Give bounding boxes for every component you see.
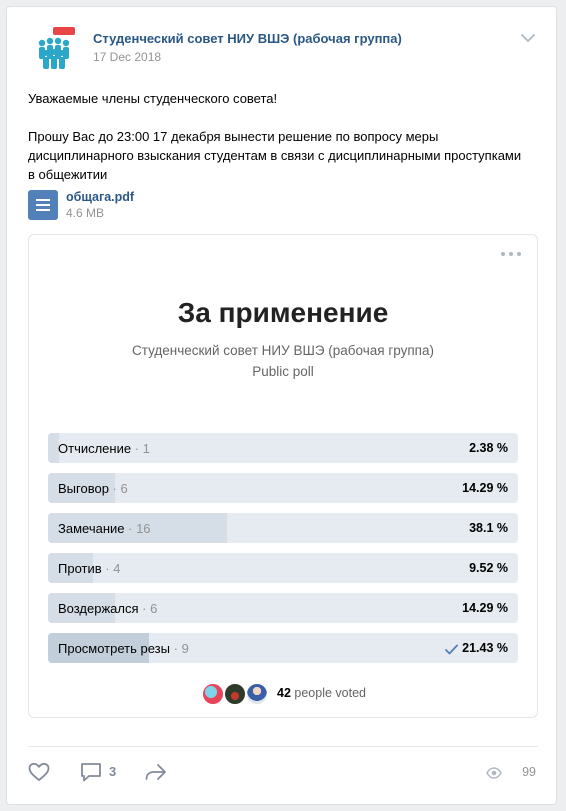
voter-avatars xyxy=(201,682,273,706)
comment-button[interactable]: 3 xyxy=(79,760,129,784)
poll-answer[interactable]: Воздержался · 6 14.29 % xyxy=(48,593,518,623)
share-icon xyxy=(145,764,166,780)
poll-answer-label: Воздержался · 6 xyxy=(58,601,158,616)
poll-answer[interactable]: Выговор · 6 14.29 % xyxy=(48,473,518,503)
post-text-body: Прошу Вас до 23:00 17 декабря вынести ре… xyxy=(28,129,522,182)
poll-answer-percent: 2.38 % xyxy=(469,441,508,455)
checkmark-icon xyxy=(445,642,458,655)
document-name[interactable]: общага.pdf xyxy=(66,190,134,204)
avatar xyxy=(245,682,269,706)
poll-answer-label: Против · 4 xyxy=(58,561,121,576)
document-icon xyxy=(28,190,58,220)
post-actions: 3 xyxy=(7,760,556,784)
post-text: Уважаемые члены студенческого совета! Пр… xyxy=(28,89,528,184)
comment-icon xyxy=(81,763,101,782)
heart-icon xyxy=(28,762,50,781)
divider xyxy=(28,746,538,747)
more-options-icon[interactable] xyxy=(501,250,521,258)
poll-answer-label: Выговор · 6 xyxy=(58,481,128,496)
poll-type: Public poll xyxy=(252,364,314,379)
comments-count: 3 xyxy=(109,764,117,779)
poll-voters[interactable]: 42 people voted xyxy=(29,682,537,706)
views-count: 99 xyxy=(522,765,536,779)
group-name-link[interactable]: Студенческий совет НИУ ВШЭ (рабочая груп… xyxy=(93,31,402,46)
post-text-greeting: Уважаемые члены студенческого совета! xyxy=(28,91,278,106)
poll-answer[interactable]: Отчисление · 1 2.38 % xyxy=(48,433,518,463)
avatar xyxy=(201,682,225,706)
post-card: Студенческий совет НИУ ВШЭ (рабочая груп… xyxy=(6,6,557,805)
views: 99 xyxy=(476,764,536,780)
poll-answer-percent: 14.29 % xyxy=(462,481,508,495)
poll-answer-percent: 14.29 % xyxy=(462,601,508,615)
poll-answers: Отчисление · 1 2.38 % Выговор · 6 14.29 … xyxy=(48,433,518,673)
poll: За применение Студенческий совет НИУ ВШЭ… xyxy=(28,234,538,718)
poll-answer-percent: 9.52 % xyxy=(469,561,508,575)
post-date[interactable]: 17 Dec 2018 xyxy=(93,50,161,64)
poll-answer[interactable]: Против · 4 9.52 % xyxy=(48,553,518,583)
poll-answer-label: Замечание · 16 xyxy=(58,521,151,536)
poll-answer[interactable]: Просмотреть резы · 9 21.43 % xyxy=(48,633,518,663)
voters-count: 42 people voted xyxy=(277,686,366,700)
group-avatar[interactable] xyxy=(29,23,79,73)
document-size: 4.6 MB xyxy=(66,206,105,220)
poll-answer[interactable]: Замечание · 16 38.1 % xyxy=(48,513,518,543)
poll-answer-label: Отчисление · 1 xyxy=(58,441,150,456)
eye-icon xyxy=(486,767,502,779)
poll-answer-percent: 21.43 % xyxy=(462,641,508,655)
poll-answer-label: Просмотреть резы · 9 xyxy=(58,641,189,656)
document-attachment[interactable]: общага.pdf 4.6 MB xyxy=(28,190,328,222)
poll-author: Студенческий совет НИУ ВШЭ (рабочая груп… xyxy=(131,343,434,358)
avatar xyxy=(223,682,247,706)
chevron-down-icon[interactable] xyxy=(520,31,536,45)
poll-answer-percent: 38.1 % xyxy=(469,521,508,535)
like-button[interactable] xyxy=(27,760,51,784)
group-logo-icon xyxy=(30,24,78,72)
share-button[interactable] xyxy=(143,760,169,784)
poll-title: За применение xyxy=(177,297,389,328)
